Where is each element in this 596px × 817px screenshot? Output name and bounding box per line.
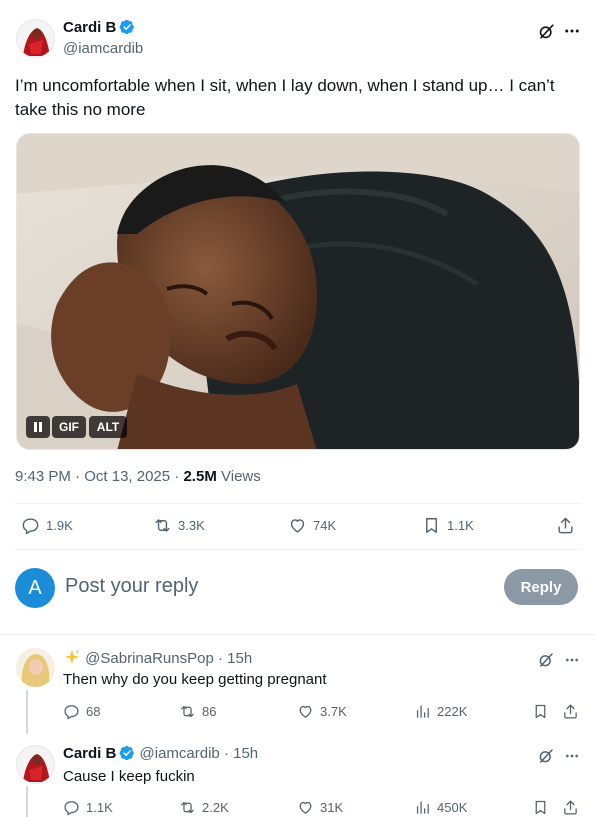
tweet-time[interactable]: 9:43 PM: [15, 468, 71, 485]
gif-frame: [17, 134, 579, 449]
views-icon: [416, 801, 429, 814]
thread-line: [26, 690, 28, 734]
more-icon[interactable]: [561, 745, 583, 767]
reply1-reply-action[interactable]: 68: [63, 703, 100, 720]
views-count: 2.5M: [183, 468, 217, 485]
bookmark-icon: [535, 704, 546, 719]
tweet-text: I’m uncomfortable when I sit, when I lay…: [15, 76, 555, 119]
section-divider: [0, 634, 596, 635]
reply1-views-action[interactable]: 222K: [414, 703, 467, 720]
reply-action[interactable]: 1.9K: [21, 516, 73, 535]
bookmark-action[interactable]: 1.1K: [422, 516, 474, 535]
grok-icon[interactable]: [535, 649, 557, 671]
reply2-author-name[interactable]: Cardi B: [63, 745, 116, 762]
reply2-views-action[interactable]: 450K: [414, 799, 467, 816]
reply1-like-count: 3.7K: [320, 704, 347, 719]
like-action[interactable]: 74K: [288, 516, 336, 535]
reply-button[interactable]: Reply: [504, 569, 578, 605]
gif-pause-button[interactable]: [26, 416, 50, 438]
reply2-reply-count: 1.1K: [86, 800, 113, 815]
divider: [15, 503, 581, 504]
gif-badge: GIF: [52, 416, 86, 438]
reply2-time[interactable]: 15h: [233, 745, 258, 762]
author-avatar[interactable]: [16, 19, 55, 58]
grok-icon[interactable]: [535, 745, 557, 767]
verified-badge-icon: [119, 19, 135, 35]
reply2-views-count: 450K: [437, 800, 468, 815]
reply2-avatar[interactable]: [16, 745, 55, 784]
reply1-handle[interactable]: @SabrinaRunsPop: [85, 650, 214, 667]
retweet-icon: [181, 705, 194, 718]
grok-icon[interactable]: [535, 20, 557, 42]
bookmark-icon: [426, 518, 437, 533]
divider: [15, 549, 581, 550]
reply2-bookmark-action[interactable]: [532, 799, 549, 816]
reply-count: 1.9K: [46, 518, 73, 533]
like-icon: [299, 705, 312, 718]
meta-separator: ·: [75, 468, 81, 485]
tweet-gif[interactable]: [16, 133, 580, 450]
reply2-text: Cause I keep fuckin: [63, 768, 195, 785]
reply1-bookmark-action[interactable]: [532, 703, 549, 720]
share-icon: [558, 517, 573, 534]
composer-avatar[interactable]: A: [15, 568, 55, 608]
tweet-date[interactable]: Oct 13, 2025: [84, 468, 170, 485]
reply1-retweet-count: 86: [202, 704, 217, 719]
more-icon[interactable]: [561, 20, 583, 42]
retweet-icon: [181, 801, 194, 814]
bookmark-icon: [535, 800, 546, 815]
sparkle-icon: [64, 649, 80, 665]
author-handle[interactable]: @iamcardib: [63, 40, 143, 57]
reply2-like-count: 31K: [320, 800, 344, 815]
reply1-views-count: 222K: [437, 704, 468, 719]
reply2-reply-action[interactable]: 1.1K: [63, 799, 113, 816]
reply1-like-action[interactable]: 3.7K: [297, 703, 347, 720]
reply-icon: [22, 518, 39, 535]
reply-icon: [64, 801, 79, 816]
composer-avatar-letter: A: [28, 576, 42, 599]
reply-input[interactable]: Post your reply: [65, 575, 485, 601]
reply1-text: Then why do you keep getting pregnant: [63, 671, 327, 688]
like-icon: [299, 801, 312, 814]
reply2-sep: ·: [223, 745, 229, 762]
share-action[interactable]: [556, 516, 575, 535]
reply1-header: @SabrinaRunsPop · 15h: [63, 648, 252, 667]
reply1-avatar[interactable]: [16, 648, 55, 687]
share-icon: [564, 704, 577, 719]
reply1-time[interactable]: 15h: [227, 650, 252, 667]
alt-badge[interactable]: ALT: [89, 416, 127, 438]
author-name[interactable]: Cardi B: [63, 19, 116, 36]
reply1-retweet-action[interactable]: 86: [179, 703, 216, 720]
reply1-sep: ·: [217, 650, 223, 667]
like-count: 74K: [313, 518, 337, 533]
reply2-share-action[interactable]: [562, 799, 579, 816]
retweet-count: 3.3K: [178, 518, 205, 533]
author-name-row: Cardi B: [63, 19, 135, 39]
views-label: Views: [221, 468, 261, 485]
more-icon[interactable]: [561, 649, 583, 671]
reply-icon: [64, 705, 79, 720]
reply2-retweet-action[interactable]: 2.2K: [179, 799, 229, 816]
tweet-meta: 9:43 PM · Oct 13, 2025 · 2.5M Views: [15, 468, 261, 485]
reply2-handle[interactable]: @iamcardib: [140, 745, 220, 762]
retweet-action[interactable]: 3.3K: [153, 516, 205, 535]
meta-separator: ·: [174, 468, 180, 485]
like-icon: [290, 519, 305, 533]
pause-icon: [34, 422, 42, 432]
reply1-share-action[interactable]: [562, 703, 579, 720]
bookmark-count: 1.1K: [447, 518, 474, 533]
share-icon: [564, 800, 577, 815]
verified-badge-icon: [119, 745, 135, 761]
reply1-reply-count: 68: [86, 704, 101, 719]
views-icon: [416, 705, 429, 718]
reply2-header: Cardi B @iamcardib · 15h: [63, 745, 258, 762]
reply2-like-action[interactable]: 31K: [297, 799, 343, 816]
thread-line: [26, 786, 28, 817]
retweet-icon: [155, 519, 170, 532]
reply2-retweet-count: 2.2K: [202, 800, 229, 815]
